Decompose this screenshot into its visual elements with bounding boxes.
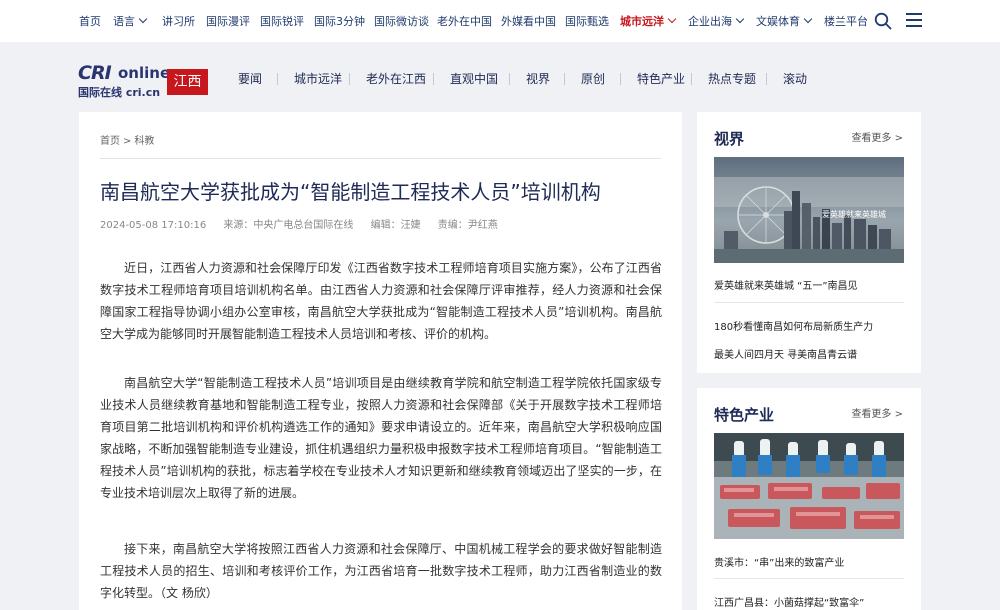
- divider: [766, 73, 767, 85]
- chevron-down-icon: [138, 14, 148, 24]
- sidebar-vision-item[interactable]: 180秒看懂南昌如何布局新质生产力: [714, 318, 873, 333]
- sidebar-vision-image[interactable]: 爱英雄就来英雄城: [714, 157, 904, 263]
- nav-selection[interactable]: 国际甄选: [565, 13, 609, 29]
- sidebar-vision-more-link[interactable]: 查看更多 >: [851, 129, 903, 144]
- breadcrumb-category[interactable]: 科教: [134, 136, 154, 147]
- nav-cartoon[interactable]: 国际漫评: [206, 13, 250, 29]
- sidebar-vision-item[interactable]: 最美人间四月天 寻美南昌青云谱: [714, 346, 857, 361]
- logo-cri: CRI: [78, 62, 112, 84]
- search-icon[interactable]: [874, 12, 892, 30]
- divider: [100, 158, 661, 159]
- divider: [509, 73, 510, 85]
- nav-loulan[interactable]: 楼兰平台: [824, 13, 868, 29]
- channel-nav-rolling[interactable]: 滚动: [783, 70, 807, 87]
- divider: [433, 73, 434, 85]
- channel-nav-vision[interactable]: 视界: [526, 70, 550, 87]
- article-source: 来源：中央广电总台国际在线: [223, 220, 354, 231]
- article-date: 2024-05-08 17:10:16: [100, 220, 207, 231]
- top-navigation-bar: 首页 语言 讲习所 国际漫评 国际锐评 国际3分钟 国际微访谈 老外在中国 外媒…: [0, 0, 1000, 42]
- breadcrumb: 首页 > 科教: [100, 132, 154, 147]
- article-meta: 2024-05-08 17:10:16 来源：中央广电总台国际在线 编辑：汪婕 …: [100, 216, 512, 231]
- nav-jiangxisuo[interactable]: 讲习所: [162, 13, 195, 29]
- channel-nav-foreigners[interactable]: 老外在江西: [366, 70, 426, 87]
- channel-header: CRI online 国际在线 cri.cn 江西 要闻 城市远洋 老外在江西 …: [0, 42, 1000, 112]
- breadcrumb-home[interactable]: 首页: [100, 136, 120, 147]
- channel-nav-china[interactable]: 直观中国: [450, 70, 498, 87]
- sidebar-vision-title: 视界: [714, 130, 745, 148]
- region-badge: 江西: [167, 69, 208, 95]
- nav-foreign-media[interactable]: 外媒看中国: [501, 13, 556, 29]
- divider: [620, 73, 621, 85]
- nav-city-label: 城市远洋: [620, 15, 664, 28]
- menu-icon[interactable]: [906, 13, 922, 29]
- chevron-down-icon: [735, 14, 745, 24]
- divider: [349, 73, 350, 85]
- chevron-down-icon: [803, 14, 813, 24]
- sidebar-industry-item[interactable]: 江西广昌县：小菌菇撑起“致富伞”: [714, 594, 864, 609]
- nav-commentary[interactable]: 国际锐评: [260, 13, 304, 29]
- food-factory-image: [714, 433, 904, 539]
- channel-nav-city[interactable]: 城市远洋: [294, 70, 342, 87]
- article-title: 南昌航空大学获批成为“智能制造工程技术人员”培训机构: [100, 180, 601, 204]
- chevron-down-icon: [667, 14, 677, 24]
- nav-interview[interactable]: 国际微访谈: [374, 13, 429, 29]
- sidebar-industry-item[interactable]: 贵溪市：“串”出来的致富产业: [714, 554, 844, 569]
- logo-subtitle: 国际在线 cri.cn: [78, 86, 161, 99]
- nav-home[interactable]: 首页: [79, 13, 101, 29]
- nav-enterprise-label: 企业出海: [688, 15, 732, 28]
- divider: [714, 578, 904, 579]
- breadcrumb-separator: >: [123, 136, 132, 147]
- image-caption-overlay: 爱英雄就来英雄城: [822, 209, 886, 219]
- city-skyline-image: 爱英雄就来英雄城: [714, 157, 904, 263]
- article-paragraph: 近日，江西省人力资源和社会保障厅印发《江西省数字技术工程师培育项目实施方案》，公…: [100, 261, 662, 341]
- nav-entertainment[interactable]: 文娱体育: [756, 13, 813, 29]
- sidebar-vision-card: 视界 查看更多 > 爱英雄就来英雄城 爱英雄就来英雄城 “五一”南昌见 180秒…: [697, 112, 921, 373]
- article-editor: 编辑：汪婕: [370, 220, 421, 231]
- nav-city[interactable]: 城市远洋: [620, 13, 677, 29]
- logo-online: online: [118, 64, 171, 82]
- sidebar-industry-more-link[interactable]: 查看更多 >: [851, 405, 903, 420]
- divider: [714, 302, 904, 303]
- sidebar-vision-item[interactable]: 爱英雄就来英雄城 “五一”南昌见: [714, 277, 858, 292]
- nav-entertainment-label: 文娱体育: [756, 15, 800, 28]
- divider: [277, 73, 278, 85]
- channel-nav-industry[interactable]: 特色产业: [637, 70, 685, 87]
- sidebar-industry-title: 特色产业: [714, 406, 775, 424]
- channel-nav-topics[interactable]: 热点专题: [708, 70, 756, 87]
- nav-language-label: 语言: [113, 15, 135, 28]
- article-card: 首页 > 科教 南昌航空大学获批成为“智能制造工程技术人员”培训机构 2024-05…: [79, 112, 682, 610]
- channel-nav-news[interactable]: 要闻: [238, 70, 262, 87]
- article-paragraph: 南昌航空大学“智能制造工程技术人员”培训项目是由继续教育学院和航空制造工程学院依…: [100, 376, 662, 500]
- nav-enterprise[interactable]: 企业出海: [688, 13, 745, 29]
- divider: [691, 73, 692, 85]
- article-responsible-editor: 责编：尹红燕: [437, 220, 498, 231]
- sidebar-industry-image[interactable]: [714, 433, 904, 539]
- article-paragraph: 接下来，南昌航空大学将按照江西省人力资源和社会保障厅、中国机械工程学会的要求做好…: [100, 542, 662, 600]
- nav-3min[interactable]: 国际3分钟: [314, 13, 365, 29]
- sidebar-industry-card: 特色产业 查看更多 > 贵溪市：“串”出来的致富产业 江西广昌县：小菌菇撑起“致…: [697, 388, 921, 610]
- site-logo[interactable]: CRI online 国际在线 cri.cn 江西: [78, 62, 208, 102]
- nav-foreigners[interactable]: 老外在中国: [437, 13, 492, 29]
- nav-language[interactable]: 语言: [113, 13, 148, 29]
- channel-nav-original[interactable]: 原创: [581, 70, 605, 87]
- divider: [564, 73, 565, 85]
